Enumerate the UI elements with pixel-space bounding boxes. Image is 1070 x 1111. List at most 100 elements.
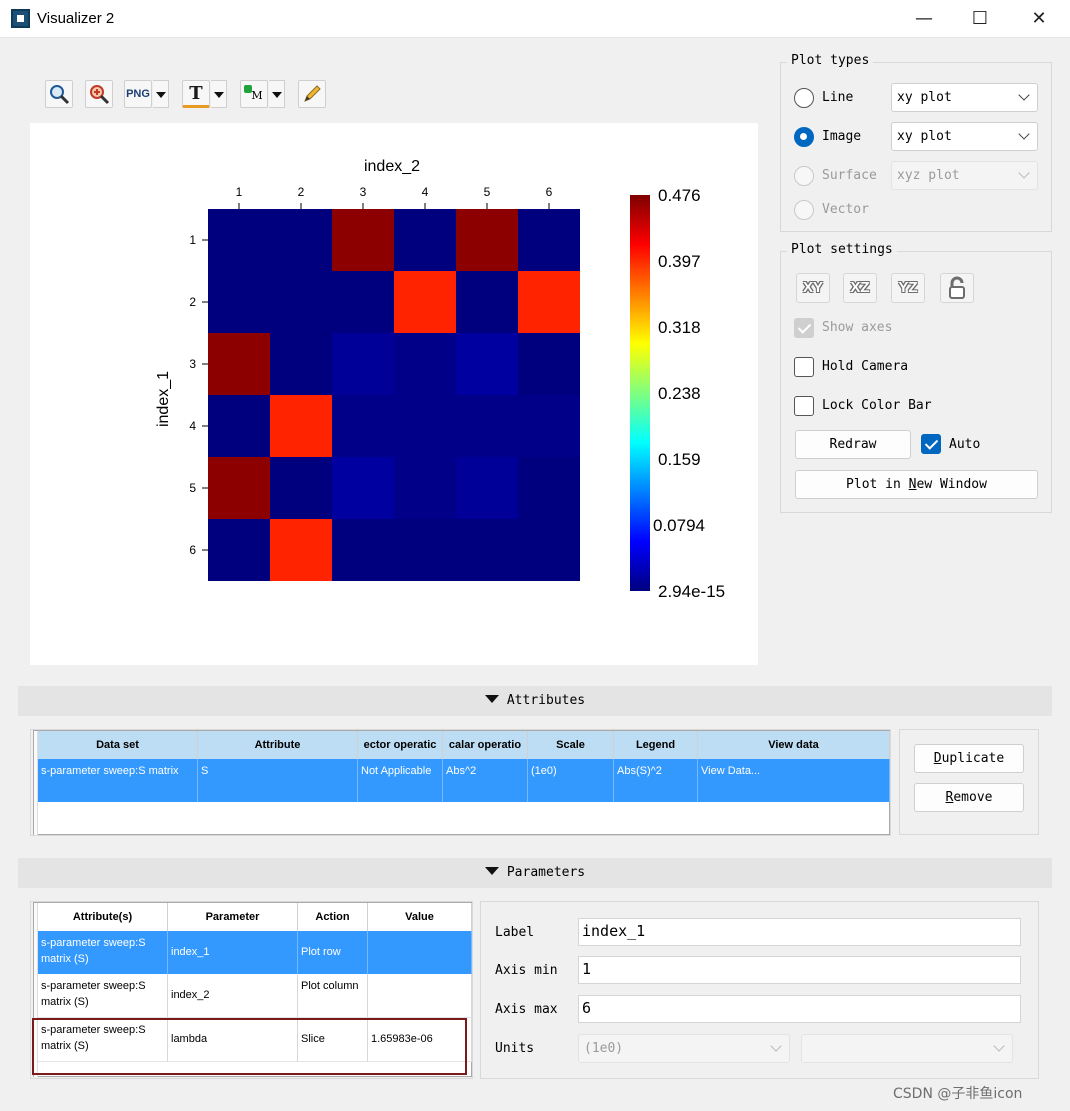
col-header[interactable]: View data: [698, 731, 890, 759]
col-header[interactable]: Attribute: [198, 731, 358, 759]
view-yz-button[interactable]: YZ: [891, 273, 925, 303]
png-dropdown-icon[interactable]: [153, 80, 169, 108]
col-header[interactable]: calar operatio: [443, 731, 528, 759]
text-button[interactable]: T: [182, 80, 210, 108]
chevron-down-icon: [1018, 89, 1030, 101]
view-xz-button[interactable]: XZ: [843, 273, 877, 303]
table-cell[interactable]: s-parameter sweep:S matrix: [38, 759, 198, 802]
plot-types-title: Plot types: [787, 53, 874, 68]
table-cell[interactable]: Abs(S)^2: [614, 759, 698, 802]
save-png-button[interactable]: PNG: [124, 80, 152, 108]
text-dropdown-icon[interactable]: [211, 80, 227, 108]
heatmap-cell: [394, 333, 456, 395]
marker-dropdown-icon[interactable]: [269, 80, 285, 108]
hold-camera-checkbox[interactable]: [794, 357, 814, 377]
table-cell[interactable]: Abs^2: [443, 759, 528, 802]
col-header[interactable]: Attribute(s): [38, 903, 168, 931]
zoom-button[interactable]: [45, 80, 73, 108]
table-cell[interactable]: Plot column: [298, 974, 368, 1018]
attributes-section-toggle[interactable]: Attributes: [18, 686, 1052, 716]
view-data-link[interactable]: View Data...: [698, 759, 890, 802]
image-label: Image: [822, 129, 862, 144]
heatmap-chart: 1 2 3 4 5 6 1 2 3 4 5 6 index_2 index_1 0.476 0.397…: [155, 158, 725, 601]
col-header[interactable]: Parameter: [168, 903, 298, 931]
heatmap-cell: [456, 209, 518, 271]
table-cell[interactable]: [368, 974, 472, 1018]
plot-new-window-mnemonic: N: [908, 477, 917, 492]
remove-button[interactable]: Remove: [914, 783, 1024, 812]
colorbar-tick-label: 0.397: [658, 252, 701, 271]
line-radio[interactable]: [794, 88, 814, 108]
table-cell[interactable]: Not Applicable: [358, 759, 443, 802]
colorbar-tick-label: 0.238: [658, 384, 701, 403]
chevron-down-icon: [993, 1040, 1005, 1052]
redraw-button[interactable]: Redraw: [795, 430, 911, 459]
auto-checkbox[interactable]: [921, 434, 941, 454]
parameters-section-toggle[interactable]: Parameters: [18, 858, 1052, 888]
table-cell[interactable]: [368, 931, 472, 974]
axis-max-label: Axis max: [495, 1002, 558, 1017]
lock-color-bar-checkbox[interactable]: [794, 396, 814, 416]
heatmap-cell: [208, 457, 270, 519]
col-header[interactable]: ector operatic: [358, 731, 443, 759]
surface-plot-select[interactable]: xyz plot: [891, 161, 1038, 190]
plot-canvas[interactable]: 1 2 3 4 5 6 1 2 3 4 5 6 index_2 index_1 0.476 0.397…: [30, 123, 758, 665]
view-xy-button[interactable]: XY: [796, 273, 830, 303]
y-tick-label: 6: [189, 543, 196, 557]
table-cell[interactable]: index_1: [168, 931, 298, 974]
image-plot-select[interactable]: xy plot: [891, 122, 1038, 151]
table-cell[interactable]: s-parameter sweep:S matrix (S): [38, 974, 168, 1018]
heatmap-cell: [208, 271, 270, 333]
x-tick-label: 2: [298, 185, 305, 199]
duplicate-button[interactable]: Duplicate: [914, 744, 1024, 773]
plot-in-new-window-button[interactable]: Plot in New Window: [795, 470, 1038, 499]
edit-button[interactable]: [298, 80, 326, 108]
heatmap-cell: [332, 209, 394, 271]
duplicate-mnemonic: D: [933, 751, 942, 766]
surface-radio[interactable]: [794, 166, 814, 186]
x-tick-label: 6: [546, 185, 553, 199]
axis-min-input[interactable]: 1: [578, 956, 1021, 984]
image-radio[interactable]: [794, 127, 814, 147]
colorbar-tick-label: 0.159: [658, 450, 701, 469]
close-button[interactable]: ✕: [1010, 0, 1068, 38]
label-input[interactable]: index_1: [578, 918, 1021, 946]
lock-view-button[interactable]: [940, 273, 974, 303]
units-select[interactable]: (1e0): [578, 1034, 790, 1063]
col-header[interactable]: Scale: [528, 731, 614, 759]
table-cell[interactable]: Plot row: [298, 931, 368, 974]
table-cell[interactable]: (1e0): [528, 759, 614, 802]
table-cell[interactable]: S: [198, 759, 358, 802]
vector-radio[interactable]: [794, 200, 814, 220]
reset-zoom-button[interactable]: [85, 80, 113, 108]
table-cell[interactable]: index_2: [168, 974, 298, 1018]
table-cell[interactable]: s-parameter sweep:S matrix (S): [38, 931, 168, 974]
line-plot-select[interactable]: xy plot: [891, 83, 1038, 112]
heatmap-cell: [456, 519, 518, 581]
auto-label: Auto: [949, 437, 981, 452]
col-header[interactable]: Data set: [38, 731, 198, 759]
parameters-section-title: Parameters: [506, 865, 586, 880]
y-tick-label: 1: [189, 233, 196, 247]
units-value: (1e0): [584, 1041, 624, 1056]
surface-plot-value: xyz plot: [897, 168, 960, 183]
marker-button[interactable]: M: [240, 80, 268, 108]
units-secondary-select[interactable]: [801, 1034, 1013, 1063]
axis-max-input[interactable]: 6: [578, 995, 1021, 1023]
axis-min-label: Axis min: [495, 963, 558, 978]
duplicate-label: uplicate: [941, 751, 1005, 766]
heatmap-cell: [394, 519, 456, 581]
col-header[interactable]: Action: [298, 903, 368, 931]
collapse-triangle-icon: [484, 695, 499, 703]
minimize-button[interactable]: —: [895, 0, 953, 38]
maximize-button[interactable]: ☐: [951, 0, 1009, 38]
heatmap-cell: [332, 395, 394, 457]
marker-icon: [244, 85, 252, 93]
heatmap-cell: [394, 395, 456, 457]
show-axes-checkbox[interactable]: [794, 318, 814, 338]
heatmap-cell: [332, 333, 394, 395]
color-bar: [630, 195, 650, 591]
colorbar-tick-label: 2.94e-15: [658, 582, 725, 601]
col-header[interactable]: Legend: [614, 731, 698, 759]
col-header[interactable]: Value: [368, 903, 472, 931]
